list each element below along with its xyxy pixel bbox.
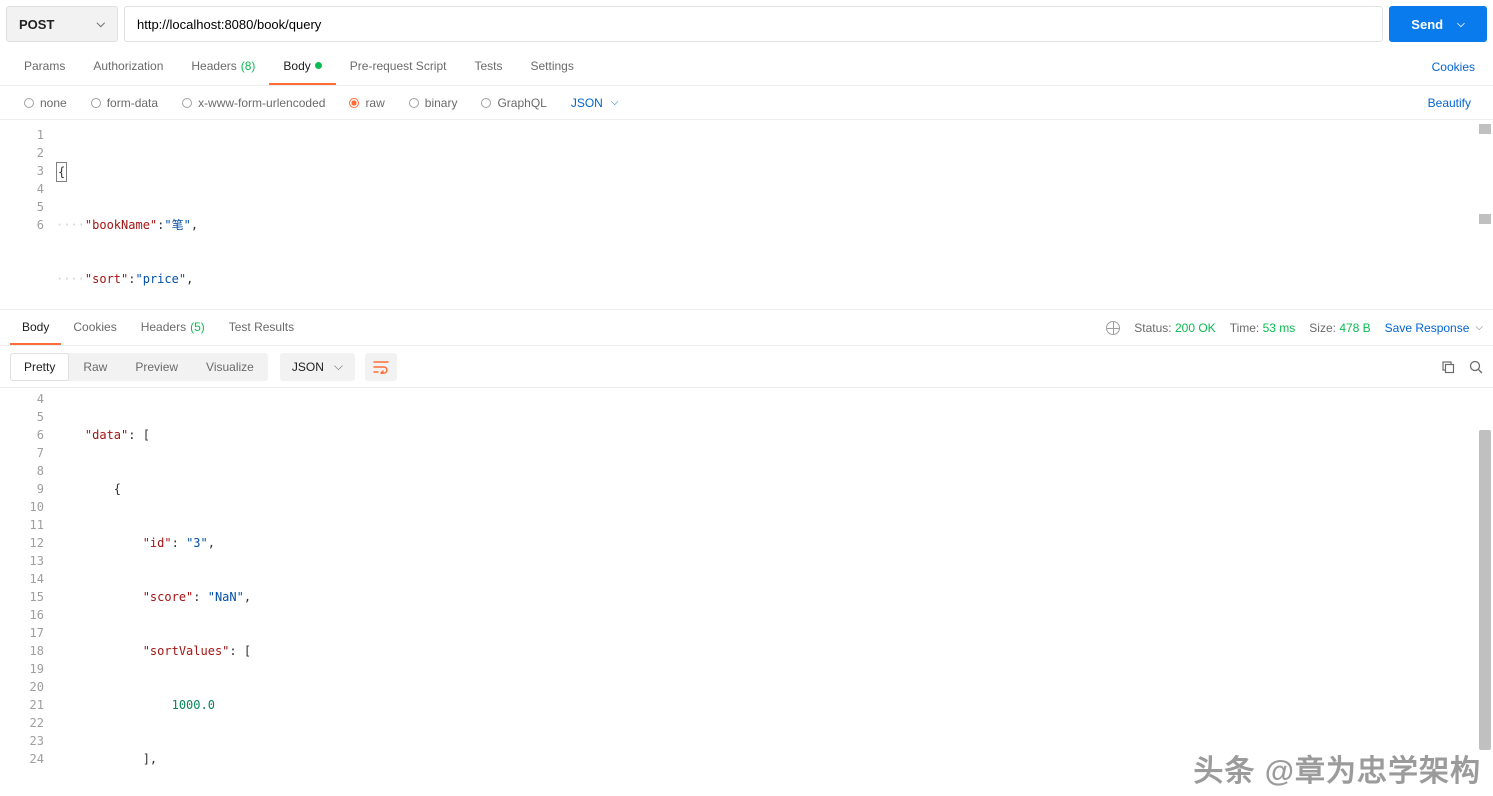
chevron-down-icon: ⌵ xyxy=(1475,322,1483,333)
send-button[interactable]: Send ⌵ xyxy=(1389,6,1487,42)
http-method-value: POST xyxy=(19,17,54,32)
response-scrollbar[interactable] xyxy=(1479,430,1491,750)
save-response-button[interactable]: Save Response⌵ xyxy=(1385,321,1483,335)
response-toolbar: Pretty Raw Preview Visualize JSON ⌵ xyxy=(0,346,1493,388)
radio-formdata[interactable]: form-data xyxy=(81,96,168,110)
radio-xwww[interactable]: x-www-form-urlencoded xyxy=(172,96,335,110)
tab-prerequest[interactable]: Pre-request Script xyxy=(336,48,461,85)
radio-icon xyxy=(409,98,419,108)
tab-headers[interactable]: Headers (8) xyxy=(177,48,269,85)
minimap-marker xyxy=(1479,214,1491,224)
http-method-select[interactable]: POST ⌵ xyxy=(6,6,118,42)
view-tab-preview[interactable]: Preview xyxy=(121,353,192,381)
response-format-select[interactable]: JSON ⌵ xyxy=(280,353,355,381)
radio-binary[interactable]: binary xyxy=(399,96,468,110)
minimap-marker xyxy=(1479,124,1491,134)
radio-icon xyxy=(24,98,34,108)
view-mode-tabs: Pretty Raw Preview Visualize xyxy=(10,353,268,381)
chevron-down-icon: ⌵ xyxy=(334,359,343,374)
response-body-viewer[interactable]: 456789101112131415161718192021222324 "da… xyxy=(0,388,1493,766)
radio-raw[interactable]: raw xyxy=(339,96,394,110)
url-input[interactable] xyxy=(124,6,1383,42)
modified-dot-icon xyxy=(315,62,322,69)
view-tab-pretty[interactable]: Pretty xyxy=(10,353,69,381)
radio-icon xyxy=(182,98,192,108)
radio-icon xyxy=(349,98,359,108)
request-body-editor[interactable]: 123456 { ····"bookName":"笔", ····"sort":… xyxy=(0,120,1493,310)
body-format-select[interactable]: JSON⌵ xyxy=(571,96,619,110)
tab-settings[interactable]: Settings xyxy=(517,48,588,85)
size-block: Size: 478 B xyxy=(1309,321,1370,335)
search-icon[interactable] xyxy=(1469,360,1483,374)
wrap-lines-button[interactable] xyxy=(365,353,397,381)
beautify-link[interactable]: Beautify xyxy=(1420,96,1479,110)
radio-icon xyxy=(91,98,101,108)
request-tabs: Params Authorization Headers (8) Body Pr… xyxy=(0,48,1493,86)
resp-tab-body[interactable]: Body xyxy=(10,310,61,345)
time-block: Time: 53 ms xyxy=(1230,321,1296,335)
tab-tests[interactable]: Tests xyxy=(460,48,516,85)
resp-tab-testresults[interactable]: Test Results xyxy=(217,310,306,345)
radio-graphql[interactable]: GraphQL xyxy=(471,96,556,110)
status-info: Status: 200 OK Time: 53 ms Size: 478 B S… xyxy=(1106,321,1483,335)
status-block: Status: 200 OK xyxy=(1134,321,1215,335)
copy-icon[interactable] xyxy=(1441,360,1455,374)
response-code[interactable]: "data": [ { "id": "3", "score": "NaN", "… xyxy=(56,388,1493,766)
cookies-link[interactable]: Cookies xyxy=(1424,60,1483,74)
tab-body[interactable]: Body xyxy=(269,48,335,85)
globe-icon[interactable] xyxy=(1106,321,1120,335)
send-button-label: Send xyxy=(1411,17,1443,32)
resp-tab-cookies[interactable]: Cookies xyxy=(61,310,128,345)
response-gutter: 456789101112131415161718192021222324 xyxy=(0,388,56,766)
tab-params[interactable]: Params xyxy=(10,48,79,85)
wrap-icon xyxy=(373,360,389,374)
radio-icon xyxy=(481,98,491,108)
chevron-down-icon: ⌵ xyxy=(97,18,105,31)
resp-tab-headers[interactable]: Headers (5) xyxy=(129,310,217,345)
tab-authorization[interactable]: Authorization xyxy=(79,48,177,85)
view-tab-visualize[interactable]: Visualize xyxy=(192,353,268,381)
response-tabs: Body Cookies Headers (5) Test Results St… xyxy=(0,310,1493,346)
view-tab-raw[interactable]: Raw xyxy=(69,353,121,381)
chevron-down-icon: ⌵ xyxy=(611,97,619,108)
body-type-row: none form-data x-www-form-urlencoded raw… xyxy=(0,86,1493,120)
radio-none[interactable]: none xyxy=(14,96,77,110)
editor-code[interactable]: { ····"bookName":"笔", ····"sort":"price"… xyxy=(56,120,1493,309)
editor-gutter: 123456 xyxy=(0,120,56,309)
chevron-down-icon: ⌵ xyxy=(1457,19,1465,30)
